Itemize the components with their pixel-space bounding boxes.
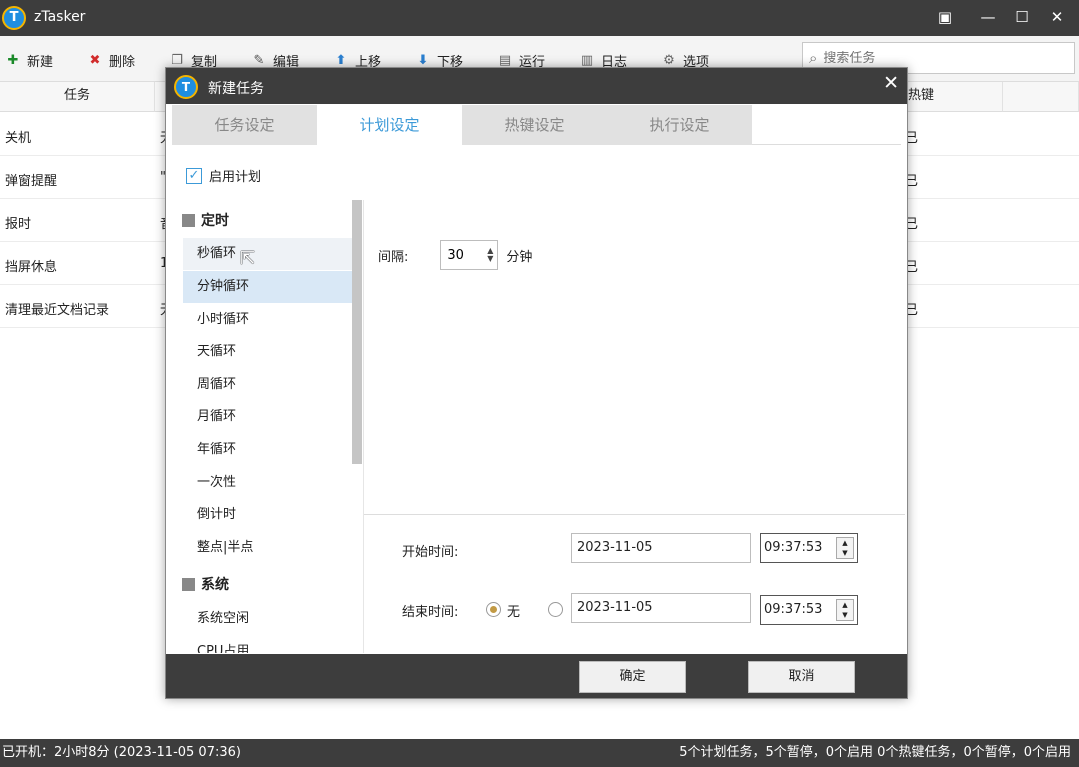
task-count-status: 5个计划任务，5个暂停，0个启用 0个热键任务，0个暂停，0个启用	[679, 745, 1071, 760]
interval-stepper[interactable]: ▲▼	[440, 240, 499, 270]
collapse-icon	[182, 213, 195, 227]
tab-execution-settings[interactable]: 执行设定	[607, 105, 752, 145]
dialog-title: 新建任务	[208, 81, 264, 97]
list-item[interactable]: 倒计时	[183, 499, 353, 531]
task-name: 关机	[5, 131, 32, 146]
list-item[interactable]: 年循环	[183, 434, 353, 466]
spin-arrows-icon[interactable]: ▲ ▼	[836, 537, 854, 559]
arrow-down-icon: ⬇	[417, 52, 429, 68]
start-time-value: 09:37:53	[764, 540, 823, 555]
arrow-up-icon: ⬆	[335, 52, 347, 68]
end-date-field[interactable]: 2023-11-05	[571, 593, 751, 623]
trigger-type-list[interactable]: 定时 秒循环 分钟循环 小时循环 天循环 周循环 月循环 年循环 一次性 倒计时…	[177, 200, 364, 653]
enable-plan-checkbox[interactable]: ✓ 启用计划	[186, 166, 261, 185]
start-date-field[interactable]: 2023-11-05	[571, 533, 751, 563]
cancel-button[interactable]: 取消	[748, 661, 855, 693]
maximize-button[interactable]: ☐	[1011, 6, 1033, 28]
status-bar: 已开机：2小时8分 (2023-11-05 07:36) 5个计划任务，5个暂停…	[0, 739, 1079, 767]
column-header-extra	[1003, 82, 1079, 112]
task-name: 弹窗提醒	[5, 174, 58, 189]
enable-plan-label: 启用计划	[209, 170, 262, 185]
start-time-field[interactable]: 09:37:53 ▲ ▼	[760, 533, 858, 563]
spin-arrows-icon[interactable]: ▲ ▼	[487, 247, 493, 263]
copy-icon: ❐	[171, 52, 183, 68]
log-icon: ▥	[580, 52, 594, 68]
delete-icon: ✖	[89, 52, 101, 68]
task-name: 清理最近文档记录	[5, 303, 110, 318]
task-name: 挡屏休息	[5, 260, 58, 275]
delete-button[interactable]: ✖ 删除	[86, 50, 135, 70]
divider	[364, 514, 905, 515]
run-icon: ▤	[498, 52, 512, 68]
tab-schedule-settings[interactable]: 计划设定	[317, 105, 462, 145]
app-logo: T	[174, 75, 198, 99]
edit-icon: ✎	[253, 52, 265, 68]
search-input[interactable]	[823, 50, 1044, 66]
tab-hotkey-settings[interactable]: 热键设定	[462, 105, 607, 145]
plus-icon: ✚	[7, 52, 19, 68]
uptime-status: 已开机：2小时8分 (2023-11-05 07:36)	[2, 745, 241, 760]
list-item[interactable]: 月循环	[183, 401, 353, 433]
list-item[interactable]: 周循环	[183, 369, 353, 401]
end-none-label: 无	[507, 605, 521, 620]
column-header-task[interactable]: 任务	[0, 82, 155, 112]
end-none-radio[interactable]	[486, 602, 501, 617]
new-task-dialog: T 新建任务 ✕ 任务设定 计划设定 热键设定 执行设定 ✓ 启用计划 定时 秒…	[165, 67, 908, 699]
interval-unit: 分钟	[506, 249, 533, 265]
task-name: 报时	[5, 217, 32, 232]
collapse-icon	[182, 577, 195, 591]
list-scrollbar[interactable]	[352, 200, 362, 464]
interval-input[interactable]	[447, 247, 478, 263]
app-title: zTasker	[34, 9, 86, 25]
column-header-hotkey[interactable]: 热键	[905, 82, 1003, 112]
close-button[interactable]: ✕	[1046, 6, 1068, 28]
interval-label: 间隔:	[378, 249, 409, 265]
title-bar: T zTasker ▣ — ☐ ✕	[0, 0, 1079, 36]
interval-row: 间隔: ▲▼ 分钟	[378, 240, 532, 270]
dialog-close-button[interactable]: ✕	[883, 72, 899, 94]
ok-button[interactable]: 确定	[579, 661, 686, 693]
gear-icon: ⚙	[663, 52, 675, 68]
list-item[interactable]: CPU占用	[183, 636, 353, 653]
menu-restore-icon[interactable]: ▣	[934, 6, 956, 28]
list-item[interactable]: 整点|半点	[183, 532, 353, 564]
minimize-button[interactable]: —	[977, 6, 999, 28]
dialog-tabs: 任务设定 计划设定 热键设定 执行设定	[172, 105, 901, 145]
mouse-cursor-icon: ⇱	[240, 248, 256, 269]
group-header-system: 系统	[182, 574, 229, 594]
checkbox-checked-icon[interactable]: ✓	[186, 167, 202, 184]
group-header-timer: 定时	[182, 210, 229, 230]
end-time-value: 09:37:53	[764, 602, 823, 617]
dialog-title-bar[interactable]: T 新建任务 ✕	[166, 68, 907, 104]
list-item[interactable]: 小时循环	[183, 304, 353, 336]
list-item[interactable]: 分钟循环	[183, 271, 353, 303]
new-button[interactable]: ✚ 新建	[4, 50, 53, 70]
start-time-label: 开始时间:	[402, 545, 459, 560]
spin-arrows-icon[interactable]: ▲ ▼	[836, 599, 854, 621]
end-date-radio[interactable]	[548, 602, 563, 617]
end-time-label: 结束时间:	[402, 605, 459, 620]
search-icon: ⌕	[809, 49, 818, 67]
tab-task-settings[interactable]: 任务设定	[172, 105, 317, 145]
app-logo: T	[2, 6, 26, 30]
list-item[interactable]: 一次性	[183, 467, 353, 499]
end-time-field[interactable]: 09:37:53 ▲ ▼	[760, 595, 858, 625]
list-item[interactable]: 系统空闲	[183, 603, 353, 635]
list-item[interactable]: 秒循环	[183, 238, 353, 270]
list-item[interactable]: 天循环	[183, 336, 353, 368]
dialog-footer: 确定 取消	[166, 654, 907, 698]
